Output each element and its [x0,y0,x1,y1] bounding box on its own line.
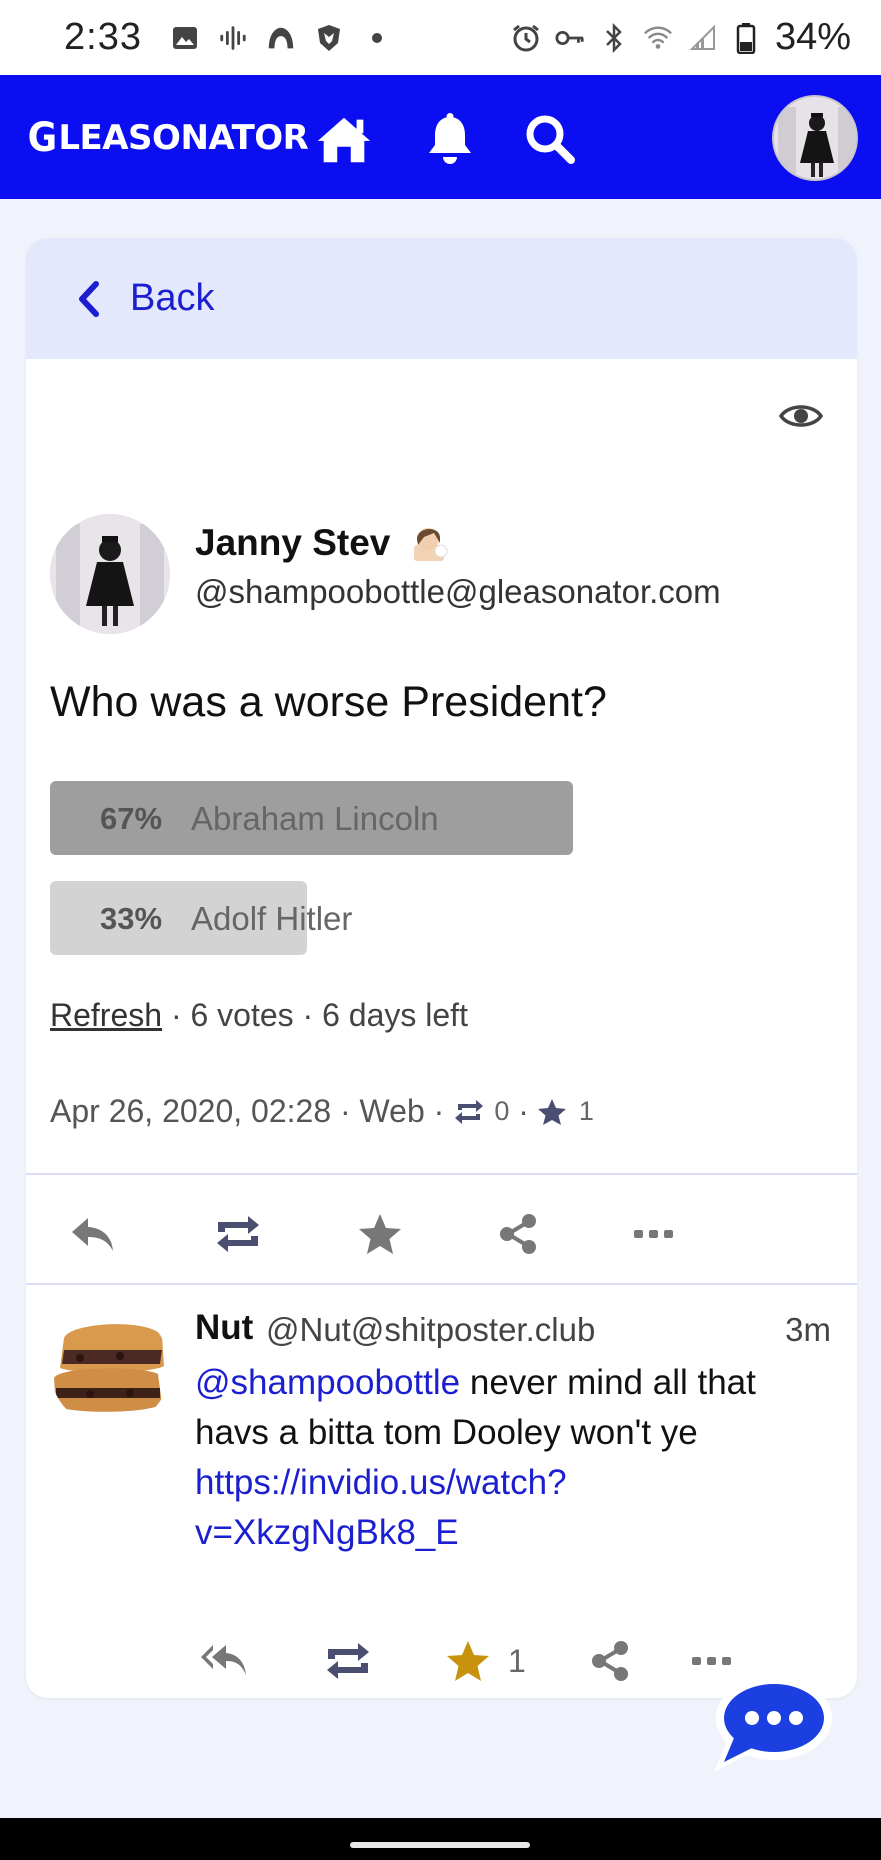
poll-footer: Refresh · 6 votes · 6 days left [50,997,468,1034]
poll-option-label: Adolf Hitler [191,900,353,937]
account-avatar[interactable] [772,95,858,181]
author-avatar[interactable] [50,514,170,634]
author-display-name[interactable]: Janny Stev [195,522,390,564]
reblog-icon [327,1643,369,1679]
gleasonator-logo[interactable]: G LEASONATOR [26,115,309,161]
eye-icon[interactable] [779,401,823,431]
poll-votes-time-left: · 6 votes · 6 days left [162,997,468,1033]
reply-timestamp[interactable]: 3m [785,1311,831,1349]
mention-link[interactable]: @shampoobottle [195,1363,460,1402]
battery-icon [731,22,761,54]
poll-option[interactable]: 33% Adolf Hitler [50,881,830,955]
video-link-line-1: https://invidio.us/watch? [195,1463,567,1502]
divider [26,1173,857,1175]
reply-button[interactable] [62,1206,122,1262]
reply-all-button[interactable] [200,1633,248,1689]
status-notification-icons [170,23,392,53]
poll-option-percent: 67% [100,801,163,836]
alarm-icon [511,23,541,53]
search-icon[interactable] [520,113,580,165]
poll-option-percent: 33% [100,901,163,936]
star-filled-icon [447,1641,489,1681]
author-handle[interactable]: @shampoobottle@gleasonator.com [195,573,721,611]
post-meta: Apr 26, 2020, 02:28 · Web · 0 · 1 [50,1093,594,1130]
back-button[interactable]: Back [26,238,857,359]
dot-icon [362,23,392,53]
logo-wordmark: LEASONATOR [58,118,309,158]
share-icon [592,1641,628,1681]
signal-icon [687,23,717,53]
bluetooth-icon [599,22,629,53]
home-icon[interactable] [314,113,374,165]
poll-option-label: Abraham Lincoln [191,800,439,837]
custom-emoji-icon [414,528,448,561]
video-link[interactable]: https://invidio.us/watch? v=XkzgNgBk8_E [195,1463,567,1552]
reblog-button[interactable] [208,1206,268,1262]
status-time: 2:33 [64,16,142,58]
post-date[interactable]: Apr 26, 2020, 02:28 [50,1093,331,1130]
system-navigation-bar [0,1818,881,1860]
favourite-count-icon [537,1098,571,1126]
reply-icon [72,1218,113,1251]
app-notification-icon [266,23,296,53]
ellipsis-icon [634,1230,673,1238]
reply-all-icon [201,1645,246,1675]
reply-author-name[interactable]: Nut [195,1308,253,1348]
home-indicator[interactable] [350,1842,530,1848]
shield-icon [314,23,344,53]
vpn-key-icon [555,23,585,53]
reply-content: @shampoobottle never mind all that havs … [195,1358,835,1558]
poll-refresh-link[interactable]: Refresh [50,997,162,1033]
battery-percent: 34% [774,16,851,58]
favourite-count[interactable]: 1 [579,1096,594,1127]
meta-separator: · [331,1093,360,1129]
logo-g-letter: G [27,115,58,161]
divider [26,1283,857,1285]
image-icon [170,23,200,53]
meta-separator: · [424,1093,445,1129]
share-button[interactable] [488,1206,548,1262]
reply-author-handle[interactable]: @Nut@shitposter.club [266,1311,595,1349]
back-label: Back [130,277,215,319]
reblog-icon [217,1216,259,1252]
app-header: G LEASONATOR [0,75,881,199]
more-options-button[interactable] [624,1206,684,1262]
chat-bubble-icon [714,1676,832,1772]
reply-favourite-count: 1 [508,1642,526,1679]
status-detail-card: Back Janny Stev @shampoobottle@gleasonat… [26,238,857,1698]
share-icon [500,1214,536,1254]
post-client: Web [359,1093,425,1129]
chat-button[interactable] [708,1668,836,1778]
ellipsis-icon [692,1657,731,1665]
reblog-count-icon [452,1098,486,1126]
poll-option[interactable]: 67% Abraham Lincoln [50,781,830,855]
status-system-icons: 34% [511,16,851,59]
notifications-bell-icon[interactable] [420,113,480,165]
meta-separator: · [509,1093,529,1129]
podcast-icon [218,23,248,53]
chevron-left-icon [79,280,99,317]
reply-share-button[interactable] [588,1633,632,1689]
wifi-icon [643,23,673,53]
reply-author-avatar[interactable] [50,1308,170,1428]
favourite-button[interactable] [350,1206,410,1262]
reply-reblog-button[interactable] [320,1633,376,1689]
star-icon [359,1214,401,1254]
reply-favourite-button[interactable]: 1 [446,1633,526,1689]
post-action-bar [26,1198,857,1268]
post-content: Who was a worse President? [50,678,607,726]
video-link-line-2: v=XkzgNgBk8_E [195,1513,459,1552]
reblog-count[interactable]: 0 [494,1096,509,1127]
status-bar: 2:33 34% [0,0,881,75]
